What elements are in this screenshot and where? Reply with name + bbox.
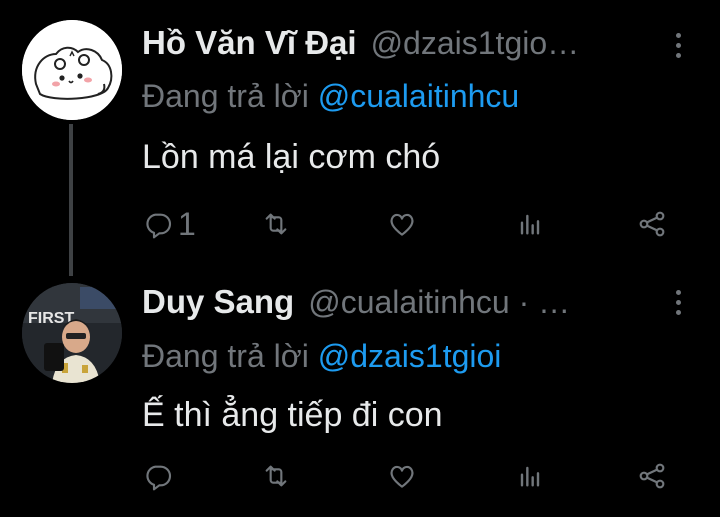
reply-icon [146,465,172,491]
reply-icon [146,213,172,239]
bar-chart-icon [520,466,540,487]
like-button[interactable] [386,458,418,494]
share-icon [639,463,665,489]
reply-count: 1 [178,205,196,242]
reply-button[interactable] [142,458,178,494]
cute-hamster-avatar-icon [22,20,122,120]
mention-link[interactable]: @cualaitinhcu [318,78,519,114]
action-bar [142,458,682,494]
bar-chart-icon [520,214,540,235]
replying-to: Đang trả lời @dzais1tgioi [142,338,501,375]
mention-link[interactable]: @dzais1tgioi [318,338,502,374]
tweet-header: Duy Sang @cualaitinhcu · … [142,283,660,327]
share-button[interactable] [636,206,668,242]
replying-to-label: Đang trả lời [142,78,318,114]
like-button[interactable] [386,206,418,242]
avatar[interactable]: FIRST [22,283,122,383]
tweet[interactable]: FIRST Duy Sang @cualaitinhcu · … Đang tr… [0,268,720,517]
more-options-icon[interactable] [672,33,684,63]
avatar[interactable] [22,20,122,120]
analytics-button[interactable] [514,458,546,494]
username-handle[interactable]: @cualaitinhcu · … [308,284,570,321]
reply-button[interactable]: 1 [142,206,196,242]
display-name[interactable]: Hồ Văn Vĩ Đại [142,24,357,62]
retweet-icon [265,213,287,235]
retweet-button[interactable] [260,458,292,494]
tweet[interactable]: Hồ Văn Vĩ Đại @dzais1tgio… Đang trả lời … [0,0,720,268]
action-bar: 1 [142,206,682,242]
share-button[interactable] [636,458,668,494]
username-handle[interactable]: @dzais1tgio… [371,25,580,62]
retweet-icon [265,465,287,487]
heart-icon [390,465,414,488]
tweet-text: Ế thì ẳng tiếp đi con [142,396,443,434]
tweet-text: Lồn má lại cơm chó [142,138,441,176]
retweet-button[interactable] [260,206,292,242]
tweet-header: Hồ Văn Vĩ Đại @dzais1tgio… [142,24,660,68]
replying-to: Đang trả lời @cualaitinhcu [142,78,519,115]
replying-to-label: Đang trả lời [142,338,318,374]
display-name[interactable]: Duy Sang [142,283,294,321]
share-icon [639,211,665,237]
analytics-button[interactable] [514,206,546,242]
person-photo-avatar-icon: FIRST [22,283,122,383]
more-options-icon[interactable] [672,290,684,320]
heart-icon [390,213,414,236]
